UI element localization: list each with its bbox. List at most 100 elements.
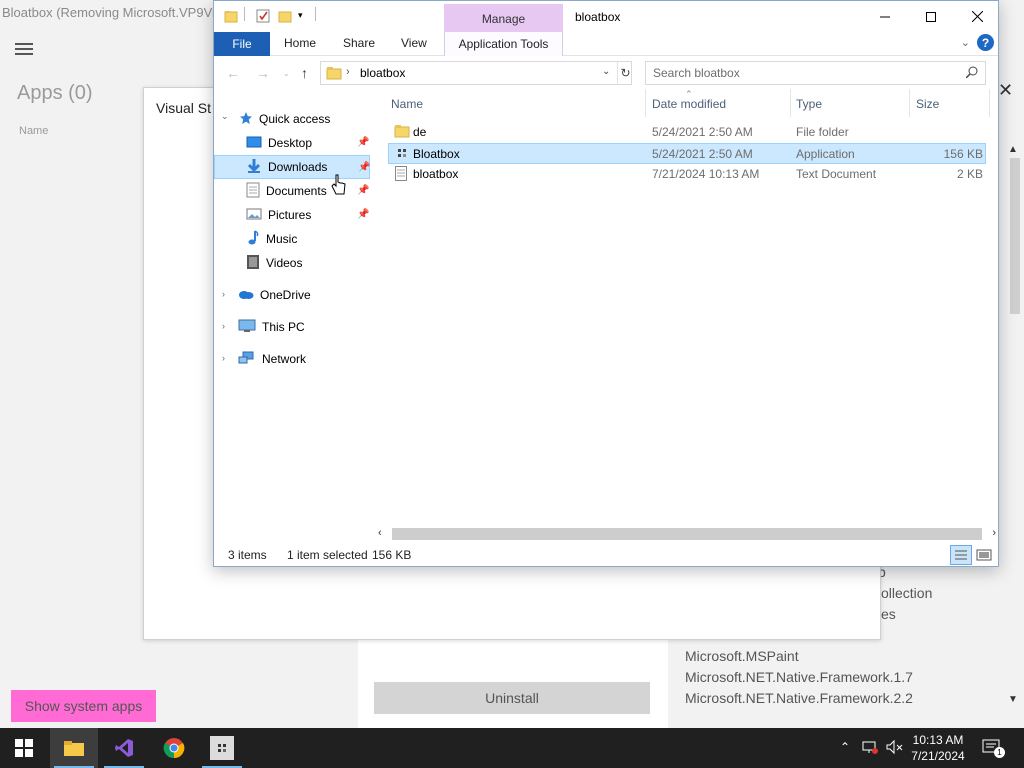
sidebar-item-desktop[interactable]: Desktop 📌 <box>214 131 370 155</box>
selection-size: 156 KB <box>372 548 412 562</box>
network-status-icon[interactable] <box>862 739 878 758</box>
address-row: ← → ⌄ ↑ › bloatbox ⌄ ↻ Search bloatbox <box>214 57 998 89</box>
chevron-right-icon[interactable]: › <box>222 353 225 363</box>
start-button[interactable] <box>0 728 48 768</box>
volume-muted-icon[interactable] <box>886 739 904 758</box>
cloud-icon <box>238 288 254 303</box>
sidebar-item-network[interactable]: Network <box>238 347 368 371</box>
chevron-down-icon[interactable]: ⌄ <box>961 36 970 49</box>
pin-icon[interactable]: 📌 <box>357 185 369 196</box>
videos-icon <box>246 254 260 273</box>
back-icon[interactable]: ← <box>226 65 240 81</box>
show-hidden-icons-icon[interactable]: ⌃ <box>840 740 850 754</box>
maximize-button[interactable] <box>908 1 954 32</box>
maximize-icon <box>926 11 936 22</box>
close-icon <box>971 11 983 22</box>
taskbar-bloatbox[interactable] <box>198 728 246 768</box>
table-row[interactable]: bloatbox 7/21/2024 10:13 AM Text Documen… <box>388 164 986 185</box>
column-divider[interactable] <box>909 89 910 117</box>
sidebar-item-videos[interactable]: Videos <box>214 251 370 275</box>
list-item[interactable]: ollection <box>881 583 932 604</box>
close-icon[interactable]: ✕ <box>998 80 1013 101</box>
tab-application-tools[interactable]: Application Tools <box>444 32 563 56</box>
tab-file[interactable]: File <box>214 32 270 56</box>
column-header-type[interactable]: Type <box>796 97 822 111</box>
scrollbar-thumb[interactable] <box>1010 158 1020 314</box>
file-type: Application <box>796 147 855 161</box>
search-icon[interactable] <box>965 66 978 81</box>
downloads-icon <box>246 158 262 177</box>
minimize-button[interactable] <box>862 1 908 32</box>
bloatbox-window-title: Bloatbox (Removing Microsoft.VP9Video <box>2 5 237 20</box>
address-bar[interactable]: › bloatbox ⌄ ↻ <box>320 61 632 85</box>
window-title: bloatbox <box>575 10 621 24</box>
file-type: File folder <box>796 125 849 139</box>
search-input[interactable]: Search bloatbox <box>645 61 986 85</box>
sidebar-item-pictures[interactable]: Pictures 📌 <box>214 203 370 227</box>
chevron-left-icon[interactable]: ‹ <box>378 527 382 539</box>
uninstall-button[interactable]: Uninstall <box>374 682 650 714</box>
new-folder-icon[interactable] <box>278 9 292 26</box>
tab-home[interactable]: Home <box>284 36 316 50</box>
pin-icon[interactable]: 📌 <box>358 162 370 173</box>
close-button[interactable] <box>954 1 998 32</box>
pin-icon[interactable]: 📌 <box>357 137 369 148</box>
list-item[interactable]: es <box>881 604 932 625</box>
file-size: 2 KB <box>956 167 983 181</box>
taskbar-visual-studio[interactable] <box>100 728 148 768</box>
pin-icon[interactable]: 📌 <box>357 209 369 220</box>
large-icons-view-button[interactable] <box>976 547 992 563</box>
refresh-icon[interactable]: ↻ <box>617 62 633 84</box>
chevron-right-icon[interactable]: › <box>222 321 225 331</box>
properties-icon[interactable] <box>256 9 270 26</box>
scrollbar-thumb[interactable] <box>392 528 982 540</box>
customize-toolbar-icon[interactable]: ▾ <box>298 10 303 21</box>
divider <box>315 7 316 21</box>
list-item[interactable]: Microsoft.NET.Native.Framework.1.7 <box>685 667 932 688</box>
tab-view[interactable]: View <box>401 36 427 50</box>
forward-icon[interactable]: → <box>256 65 270 81</box>
details-view-button[interactable] <box>950 545 972 565</box>
scroll-up-icon[interactable]: ▲ <box>1008 144 1018 155</box>
navigation-pane: ⌄ Quick access Desktop 📌 Downloads 📌 Doc… <box>214 97 384 527</box>
sidebar-item-music[interactable]: Music <box>214 227 370 251</box>
notifications-button[interactable]: 1 <box>982 738 1005 758</box>
horizontal-scrollbar[interactable]: ‹ › <box>374 526 998 542</box>
recent-locations-icon[interactable]: ⌄ <box>283 69 290 78</box>
sidebar-item-onedrive[interactable]: OneDrive <box>238 283 368 307</box>
table-row[interactable]: de 5/24/2021 2:50 AM File folder <box>388 122 986 143</box>
column-divider[interactable] <box>989 89 990 117</box>
taskbar-clock[interactable]: 10:13 AM 7/21/2024 <box>910 732 966 764</box>
chevron-down-icon[interactable]: ⌄ <box>221 111 229 122</box>
table-row[interactable]: Bloatbox 5/24/2021 2:50 AM Application 1… <box>388 143 986 164</box>
chevron-right-icon[interactable]: › <box>346 66 350 78</box>
pictures-icon <box>246 207 262 224</box>
taskbar-chrome[interactable] <box>150 728 198 768</box>
column-divider[interactable] <box>645 89 646 117</box>
title-bar: ▾ Manage bloatbox <box>214 1 998 33</box>
chevron-right-icon[interactable]: › <box>222 289 225 299</box>
sidebar-item-this-pc[interactable]: This PC <box>238 315 368 339</box>
column-header-name[interactable]: Name <box>391 97 423 111</box>
clock-time: 10:13 AM <box>912 733 964 747</box>
file-type: Text Document <box>796 167 877 181</box>
address-path[interactable]: bloatbox <box>360 66 405 80</box>
column-header-date[interactable]: Date modified <box>652 97 726 111</box>
help-icon[interactable]: ? <box>977 34 994 51</box>
chevron-right-icon[interactable]: › <box>992 527 996 539</box>
up-icon[interactable]: ↑ <box>301 65 308 81</box>
folder-icon <box>224 9 238 26</box>
column-divider[interactable] <box>790 89 791 117</box>
scroll-down-icon[interactable]: ▼ <box>1008 694 1018 705</box>
list-item[interactable]: Microsoft.NET.Native.Framework.2.2 <box>685 688 932 709</box>
show-system-apps-button[interactable]: Show system apps <box>11 690 156 722</box>
sidebar-item-quick-access[interactable]: Quick access <box>239 107 369 131</box>
hamburger-menu-icon[interactable] <box>15 43 33 55</box>
list-item[interactable]: Microsoft.MSPaint <box>685 646 932 667</box>
tab-manage[interactable]: Manage <box>444 4 563 33</box>
column-header-size[interactable]: Size <box>916 97 939 111</box>
application-icon <box>395 146 409 163</box>
taskbar-file-explorer[interactable] <box>50 728 98 768</box>
chevron-down-icon[interactable]: ⌄ <box>602 66 610 77</box>
tab-share[interactable]: Share <box>343 36 375 50</box>
